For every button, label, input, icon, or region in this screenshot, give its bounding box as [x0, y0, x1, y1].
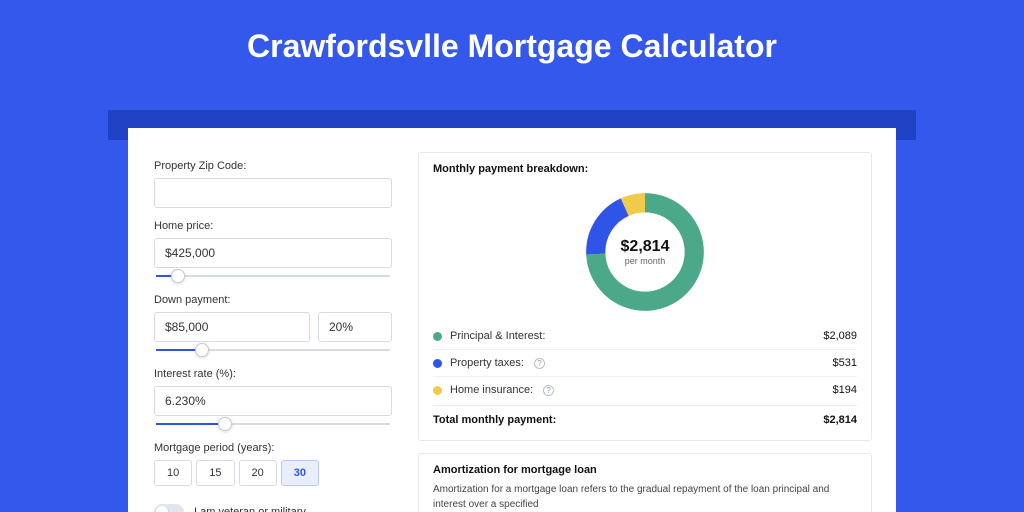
- legend-value: $194: [833, 384, 857, 396]
- donut-chart-wrap: $2,814 per month: [433, 179, 857, 323]
- legend-dot-icon: [433, 386, 442, 395]
- interest-rate-input[interactable]: [154, 386, 392, 416]
- mortgage-period-label: Mortgage period (years):: [154, 442, 392, 454]
- donut-amount: $2,814: [621, 238, 670, 256]
- donut-chart: $2,814 per month: [580, 187, 710, 317]
- legend-row-taxes: Property taxes:? $531: [433, 349, 857, 376]
- results-column: Monthly payment breakdown: $2,814 per mo…: [410, 128, 896, 512]
- slider-track: [156, 275, 390, 277]
- amortization-title: Amortization for mortgage loan: [433, 464, 857, 476]
- down-payment-input[interactable]: [154, 312, 310, 342]
- interest-rate-label: Interest rate (%):: [154, 368, 392, 380]
- period-option-20[interactable]: 20: [239, 460, 277, 486]
- zip-input[interactable]: [154, 178, 392, 208]
- info-icon[interactable]: ?: [534, 358, 545, 369]
- down-payment-slider[interactable]: [154, 344, 392, 356]
- legend-value: $531: [833, 357, 857, 369]
- down-payment-label: Down payment:: [154, 294, 392, 306]
- veteran-toggle[interactable]: [154, 504, 184, 512]
- legend-dot-icon: [433, 359, 442, 368]
- legend-label: Property taxes:: [450, 357, 524, 369]
- donut-center: $2,814 per month: [580, 187, 710, 317]
- period-option-30[interactable]: 30: [281, 460, 319, 486]
- calculator-card: Property Zip Code: Home price: Down paym…: [128, 128, 896, 512]
- slider-thumb[interactable]: [218, 417, 232, 431]
- total-value: $2,814: [823, 414, 857, 426]
- legend-value: $2,089: [823, 330, 857, 342]
- home-price-label: Home price:: [154, 220, 392, 232]
- home-price-input[interactable]: [154, 238, 392, 268]
- legend-label: Principal & Interest:: [450, 330, 545, 342]
- info-icon[interactable]: ?: [543, 385, 554, 396]
- amortization-panel: Amortization for mortgage loan Amortizat…: [418, 453, 872, 512]
- mortgage-period-group: 10152030: [154, 460, 392, 486]
- page-title: Crawfordsvlle Mortgage Calculator: [0, 0, 1024, 85]
- form-column: Property Zip Code: Home price: Down paym…: [128, 128, 410, 512]
- zip-label: Property Zip Code:: [154, 160, 392, 172]
- total-row: Total monthly payment: $2,814: [433, 405, 857, 426]
- breakdown-title: Monthly payment breakdown:: [433, 163, 857, 175]
- period-option-15[interactable]: 15: [196, 460, 234, 486]
- amortization-text: Amortization for a mortgage loan refers …: [433, 482, 857, 512]
- period-option-10[interactable]: 10: [154, 460, 192, 486]
- legend-dot-icon: [433, 332, 442, 341]
- interest-rate-slider[interactable]: [154, 418, 392, 430]
- down-payment-pct-input[interactable]: [318, 312, 392, 342]
- legend-row-principal: Principal & Interest: $2,089: [433, 323, 857, 349]
- slider-thumb[interactable]: [171, 269, 185, 283]
- breakdown-panel: Monthly payment breakdown: $2,814 per mo…: [418, 152, 872, 441]
- slider-fill: [156, 423, 227, 425]
- home-price-slider[interactable]: [154, 270, 392, 282]
- donut-sub: per month: [625, 256, 666, 266]
- slider-thumb[interactable]: [195, 343, 209, 357]
- legend-row-insurance: Home insurance:? $194: [433, 376, 857, 403]
- legend-label: Home insurance:: [450, 384, 533, 396]
- total-label: Total monthly payment:: [433, 414, 556, 426]
- veteran-label: I am veteran or military: [194, 506, 306, 512]
